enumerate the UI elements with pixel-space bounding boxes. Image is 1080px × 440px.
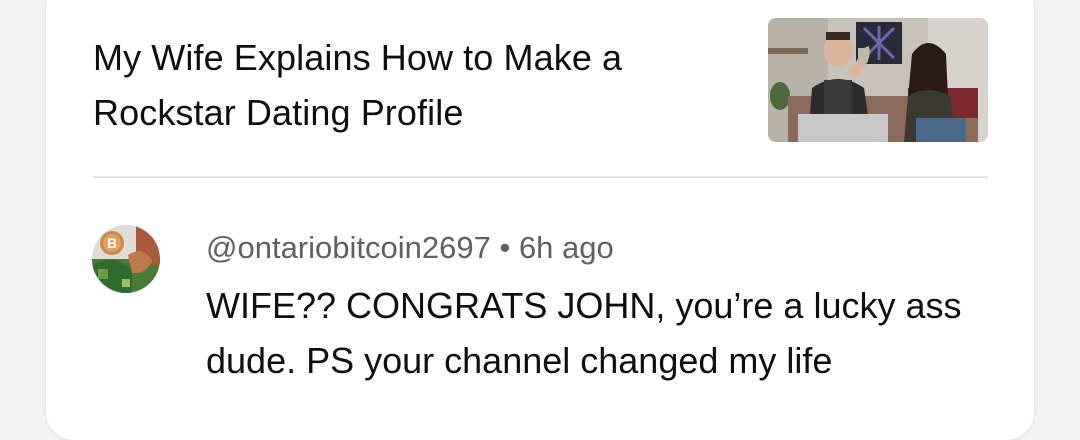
video-title[interactable]: My Wife Explains How to Make a Rockstar … bbox=[93, 30, 713, 140]
comment-author[interactable]: @ontariobitcoin2697 bbox=[206, 230, 491, 265]
video-thumbnail-image bbox=[768, 18, 988, 142]
bitcoin-avatar-image: B bbox=[92, 225, 160, 293]
video-thumbnail[interactable] bbox=[768, 18, 988, 142]
comment-avatar[interactable]: B bbox=[92, 225, 160, 293]
comment-meta: @ontariobitcoin2697 • 6h ago bbox=[206, 228, 614, 268]
svg-text:B: B bbox=[107, 235, 117, 251]
section-divider bbox=[93, 176, 988, 178]
comment-text: WIFE?? CONGRATS JOHN, you’re a lucky ass… bbox=[206, 285, 962, 381]
comment-time: 6h ago bbox=[518, 230, 614, 265]
meta-separator: • bbox=[499, 230, 511, 265]
